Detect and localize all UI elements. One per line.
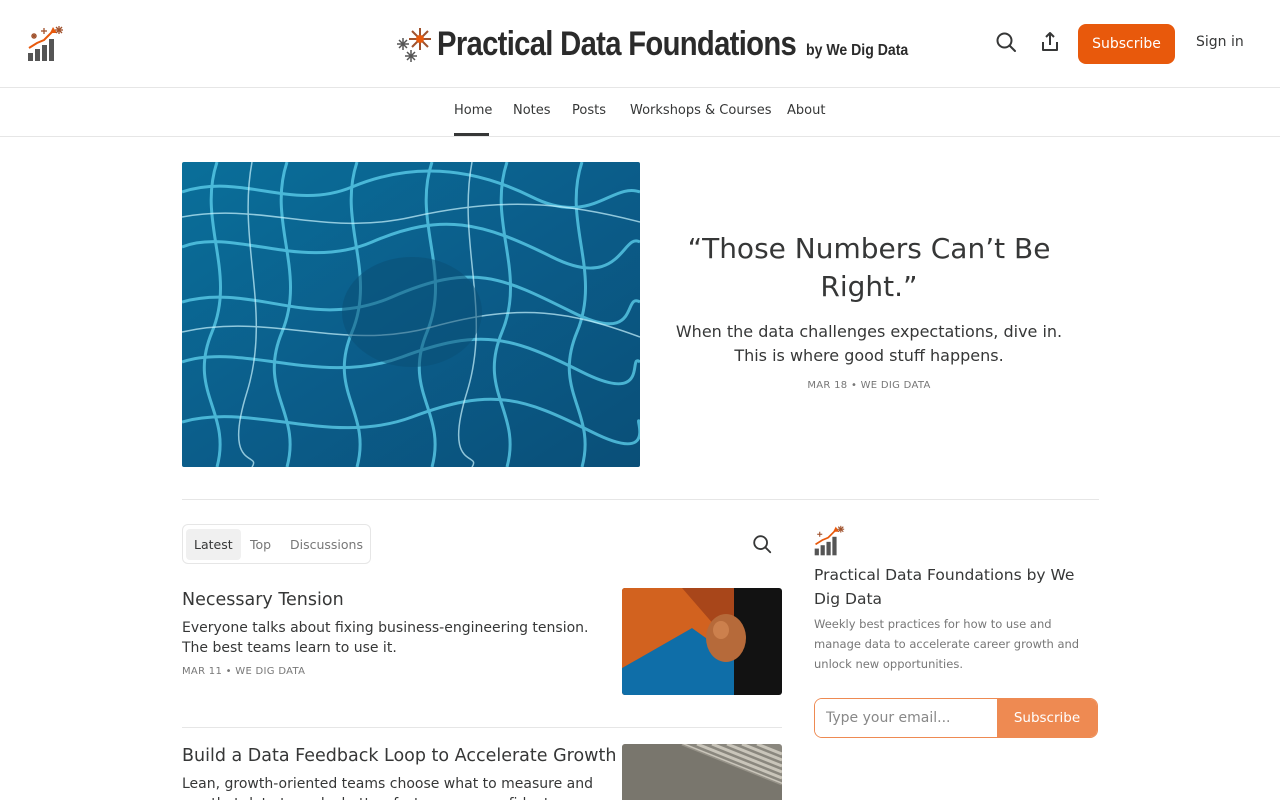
- post-description: Everyone talks about fixing business-eng…: [182, 620, 589, 656]
- masthead-logo-icon: [394, 24, 434, 64]
- share-icon[interactable]: [1038, 30, 1062, 54]
- post-title[interactable]: Build a Data Feedback Loop to Accelerate…: [182, 746, 616, 766]
- post-title[interactable]: Necessary Tension: [182, 590, 344, 610]
- section-divider: [182, 499, 1099, 500]
- feed-search-icon[interactable]: [751, 533, 773, 555]
- tab-discussions[interactable]: Discussions: [290, 529, 363, 560]
- hero-subtitle: When the data challenges expectations, d…: [675, 322, 1063, 365]
- nav-about[interactable]: About: [787, 103, 825, 118]
- email-subscribe-form: Subscribe: [814, 698, 1098, 738]
- post-thumbnail[interactable]: [622, 588, 782, 695]
- post-thumbnail[interactable]: [622, 744, 782, 800]
- publication-byline: by We Dig Data: [806, 42, 909, 59]
- hero-title[interactable]: “Those Numbers Can’t Be Right.”: [668, 230, 1070, 306]
- nav-active-indicator: [454, 133, 489, 136]
- header-subscribe-button[interactable]: Subscribe: [1078, 24, 1175, 64]
- tab-top[interactable]: Top: [250, 529, 271, 560]
- hero-text-block: “Those Numbers Can’t Be Right.” When the…: [668, 230, 1070, 391]
- feed-tabs: Latest Top Discussions: [182, 524, 371, 564]
- search-icon[interactable]: [994, 30, 1018, 54]
- logo-chart-icon[interactable]: [26, 24, 64, 64]
- sidebar-logo-icon[interactable]: [813, 524, 845, 558]
- sign-in-link[interactable]: Sign in: [1196, 34, 1244, 50]
- publication-title: Practical Data Foundations: [437, 24, 797, 63]
- post-description: Lean, growth-oriented teams choose what …: [182, 776, 593, 800]
- hero-image[interactable]: [182, 162, 640, 467]
- top-header: Practical Data Foundations by We Dig Dat…: [0, 0, 1280, 88]
- post-meta: MAR 11 • WE DIG DATA: [182, 666, 306, 677]
- nav-notes[interactable]: Notes: [513, 103, 551, 118]
- main-nav: Home Notes Posts Workshops & Courses Abo…: [0, 88, 1280, 137]
- nav-posts[interactable]: Posts: [572, 103, 606, 118]
- tab-latest[interactable]: Latest: [186, 529, 241, 560]
- sidebar-title[interactable]: Practical Data Foundations by We Dig Dat…: [814, 563, 1102, 611]
- masthead[interactable]: Practical Data Foundations by We Dig Dat…: [394, 22, 908, 66]
- nav-workshops-courses[interactable]: Workshops & Courses: [630, 103, 771, 118]
- post-divider: [182, 727, 782, 728]
- email-field[interactable]: [815, 699, 997, 737]
- sidebar-subscribe-button[interactable]: Subscribe: [997, 699, 1097, 737]
- nav-home[interactable]: Home: [454, 103, 492, 118]
- sidebar-description: Weekly best practices for how to use and…: [814, 617, 1080, 671]
- hero-meta: MAR 18 • WE DIG DATA: [807, 380, 931, 391]
